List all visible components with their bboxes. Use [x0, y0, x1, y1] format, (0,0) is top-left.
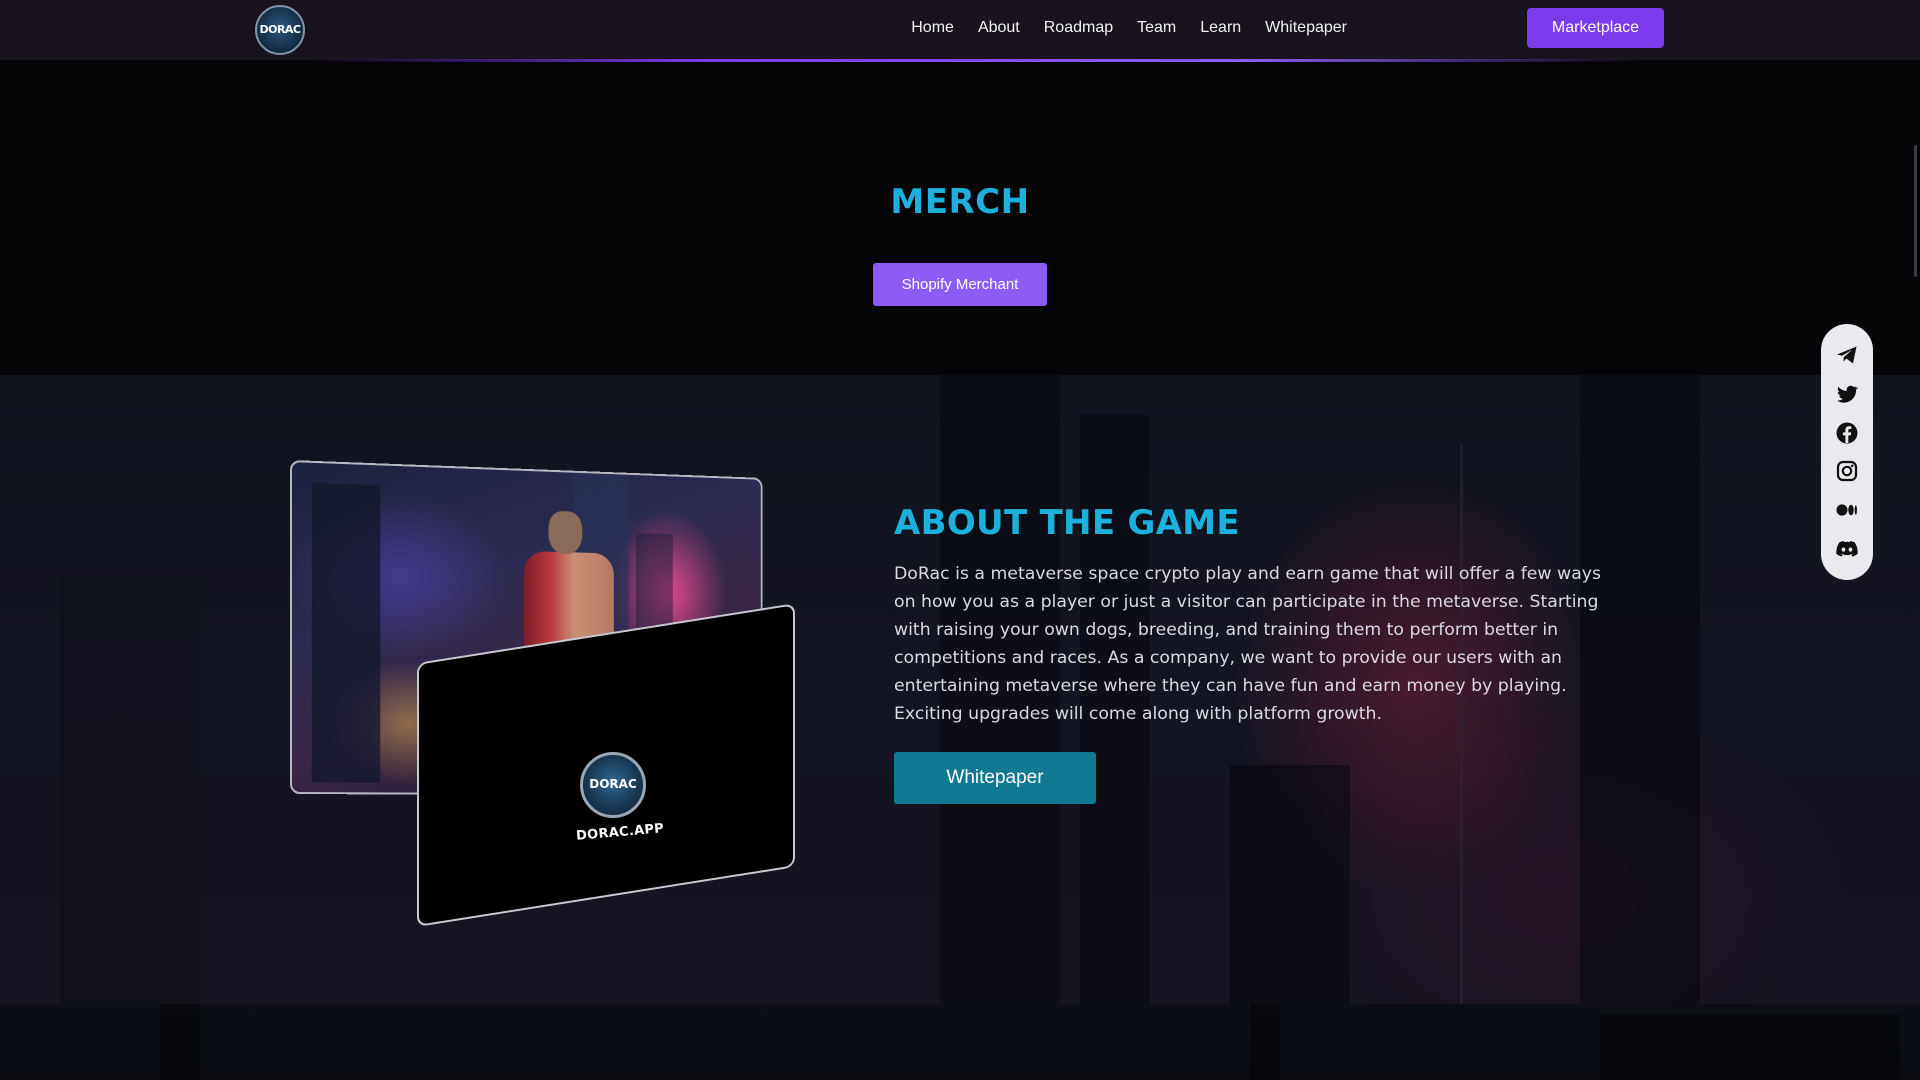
nav-link-team[interactable]: Team	[1137, 19, 1176, 37]
about-description: DoRac is a metaverse space crypto play a…	[894, 564, 1602, 724]
next-section-preview	[0, 1004, 1920, 1080]
about-title: ABOUT THE GAME	[894, 503, 1240, 543]
telegram-icon[interactable]	[1834, 342, 1860, 368]
nav-link-whitepaper[interactable]: Whitepaper	[1265, 19, 1347, 37]
nav-link-roadmap[interactable]: Roadmap	[1044, 19, 1113, 37]
facebook-icon[interactable]	[1834, 420, 1860, 446]
marketplace-button[interactable]: Marketplace	[1527, 8, 1664, 48]
nav-link-learn[interactable]: Learn	[1200, 19, 1241, 37]
nav-glow-divider	[310, 59, 1640, 62]
merch-title: MERCH	[890, 182, 1030, 222]
card-logo-text: DORAC	[589, 777, 637, 791]
character-head	[548, 510, 583, 555]
medium-icon[interactable]	[1834, 497, 1860, 523]
social-links-bar	[1821, 324, 1873, 580]
shopify-merchant-button[interactable]: Shopify Merchant	[873, 263, 1047, 306]
card-logo: DORAC	[580, 752, 646, 818]
nav-links: Home About Roadmap Team Learn Whitepaper	[911, 0, 1347, 56]
twitter-icon[interactable]	[1834, 381, 1860, 407]
scrollbar-thumb[interactable]	[1914, 145, 1917, 277]
instagram-icon[interactable]	[1834, 458, 1860, 484]
whitepaper-button[interactable]: Whitepaper	[894, 752, 1096, 804]
top-navbar: DORAC Home About Roadmap Team Learn Whit…	[0, 0, 1920, 60]
page-scrollbar[interactable]	[1914, 0, 1920, 1080]
logo-text: DORAC	[259, 23, 301, 36]
nav-link-about[interactable]: About	[978, 19, 1020, 37]
discord-icon[interactable]	[1834, 536, 1860, 562]
nav-link-home[interactable]: Home	[911, 19, 954, 37]
dorac-logo[interactable]: DORAC	[255, 5, 305, 55]
